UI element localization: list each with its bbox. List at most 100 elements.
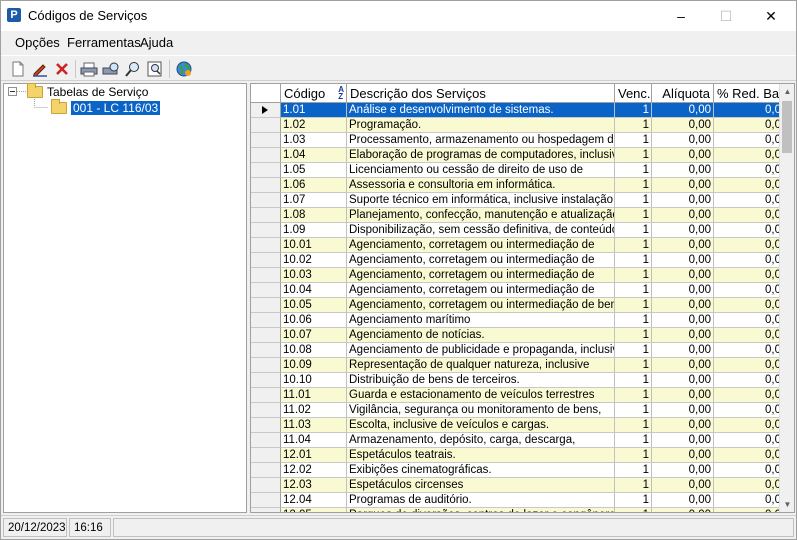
row-indicator[interactable] [251,238,281,253]
cell-venc[interactable]: 1 [615,508,652,512]
cell-aliquota[interactable]: 0,00 [652,358,714,373]
column-header-aliquota[interactable]: Alíquota [652,84,714,103]
new-document-icon[interactable] [8,59,28,79]
cell-aliquota[interactable]: 0,00 [652,493,714,508]
row-indicator[interactable] [251,133,281,148]
cell-descricao[interactable]: Agenciamento, corretagem ou intermediaçã… [347,298,615,313]
row-indicator[interactable] [251,253,281,268]
cell-red-base[interactable]: 0,0 [714,328,784,343]
table-row[interactable]: 1.07 Suporte técnico em informática, incl… [251,193,784,208]
cell-red-base[interactable]: 0,0 [714,223,784,238]
cell-codigo[interactable]: 1.02 [281,118,347,133]
row-indicator[interactable] [251,448,281,463]
cell-red-base[interactable]: 0,0 [714,508,784,512]
service-table-tree[interactable]: Tabelas de Serviço 001 - LC 116/03 [3,83,247,513]
cell-venc[interactable]: 1 [615,313,652,328]
row-indicator[interactable] [251,418,281,433]
cell-red-base[interactable]: 0,0 [714,493,784,508]
cell-codigo[interactable]: 12.04 [281,493,347,508]
edit-pencil-icon[interactable] [30,59,50,79]
row-indicator[interactable] [251,508,281,512]
cell-red-base[interactable]: 0,0 [714,148,784,163]
cell-descricao[interactable]: Análise e desenvolvimento de sistemas. [347,103,615,118]
table-row[interactable]: 12.01 Espetáculos teatrais. 1 0,00 0,0 [251,448,784,463]
cell-aliquota[interactable]: 0,00 [652,238,714,253]
cell-descricao[interactable]: Agenciamento de notícias. [347,328,615,343]
print-icon[interactable] [79,59,99,79]
cell-aliquota[interactable]: 0,00 [652,223,714,238]
row-indicator[interactable] [251,298,281,313]
cell-venc[interactable]: 1 [615,268,652,283]
cell-venc[interactable]: 1 [615,238,652,253]
cell-descricao[interactable]: Escolta, inclusive de veículos e cargas. [347,418,615,433]
close-button[interactable]: ✕ [748,1,794,31]
cell-codigo[interactable]: 10.02 [281,253,347,268]
maximize-button[interactable]: ☐ [703,1,749,31]
cell-descricao[interactable]: Agenciamento de publicidade e propaganda… [347,343,615,358]
cell-venc[interactable]: 1 [615,448,652,463]
cell-descricao[interactable]: Parques de diversões, centros de lazer e… [347,508,615,512]
cell-descricao[interactable]: Planejamento, confecção, manutenção e at… [347,208,615,223]
cell-aliquota[interactable]: 0,00 [652,298,714,313]
cell-codigo[interactable]: 10.07 [281,328,347,343]
cell-codigo[interactable]: 10.01 [281,238,347,253]
cell-aliquota[interactable]: 0,00 [652,508,714,512]
cell-aliquota[interactable]: 0,00 [652,253,714,268]
search-icon[interactable] [123,59,143,79]
cell-codigo[interactable]: 11.04 [281,433,347,448]
cell-descricao[interactable]: Distribuição de bens de terceiros. [347,373,615,388]
cell-venc[interactable]: 1 [615,223,652,238]
cell-codigo[interactable]: 10.03 [281,268,347,283]
tree-node-root[interactable]: Tabelas de Serviço [27,83,148,100]
table-row[interactable]: 1.09 Disponibilização, sem cessão definit… [251,223,784,238]
cell-venc[interactable]: 1 [615,148,652,163]
cell-red-base[interactable]: 0,0 [714,373,784,388]
cell-codigo[interactable]: 12.02 [281,463,347,478]
cell-venc[interactable]: 1 [615,118,652,133]
table-row[interactable]: 10.06 Agenciamento marítimo 1 0,00 0,0 [251,313,784,328]
cell-red-base[interactable]: 0,0 [714,388,784,403]
row-indicator[interactable] [251,283,281,298]
scroll-thumb[interactable] [782,101,792,153]
table-row[interactable]: 10.03 Agenciamento, corretagem ou interme… [251,268,784,283]
table-row[interactable]: 1.01 Análise e desenvolvimento de sistema… [251,103,784,118]
cell-venc[interactable]: 1 [615,328,652,343]
scroll-up-icon[interactable]: ▲ [780,84,794,99]
cell-codigo[interactable]: 1.09 [281,223,347,238]
cell-aliquota[interactable]: 0,00 [652,178,714,193]
cell-venc[interactable]: 1 [615,463,652,478]
cell-aliquota[interactable]: 0,00 [652,478,714,493]
cell-aliquota[interactable]: 0,00 [652,448,714,463]
table-row[interactable]: 1.03 Processamento, armazenamento ou hosp… [251,133,784,148]
cell-red-base[interactable]: 0,0 [714,133,784,148]
cell-venc[interactable]: 1 [615,358,652,373]
cell-venc[interactable]: 1 [615,163,652,178]
table-row[interactable]: 12.04 Programas de auditório. 1 0,00 0,0 [251,493,784,508]
cell-descricao[interactable]: Agenciamento, corretagem ou intermediaçã… [347,253,615,268]
cell-descricao[interactable]: Vigilância, segurança ou monitoramento d… [347,403,615,418]
cell-aliquota[interactable]: 0,00 [652,313,714,328]
cell-codigo[interactable]: 1.05 [281,163,347,178]
row-indicator[interactable] [251,313,281,328]
table-row[interactable]: 10.07 Agenciamento de notícias. 1 0,00 0,0 [251,328,784,343]
cell-venc[interactable]: 1 [615,208,652,223]
table-row[interactable]: 12.05Parques de diversões, centros de la… [251,508,784,512]
cell-codigo[interactable]: 12.01 [281,448,347,463]
column-header-venc[interactable]: Venc. [615,84,652,103]
row-indicator[interactable] [251,328,281,343]
cell-venc[interactable]: 1 [615,493,652,508]
cell-codigo[interactable]: 1.07 [281,193,347,208]
row-indicator[interactable] [251,118,281,133]
cell-aliquota[interactable]: 0,00 [652,268,714,283]
cell-descricao[interactable]: Armazenamento, depósito, carga, descarga… [347,433,615,448]
cell-venc[interactable]: 1 [615,178,652,193]
table-row[interactable]: 11.04 Armazenamento, depósito, carga, des… [251,433,784,448]
cell-codigo[interactable]: 11.03 [281,418,347,433]
row-indicator[interactable] [251,388,281,403]
cell-red-base[interactable]: 0,0 [714,313,784,328]
cell-descricao[interactable]: Assessoria e consultoria em informática. [347,178,615,193]
cell-aliquota[interactable]: 0,00 [652,463,714,478]
cell-venc[interactable]: 1 [615,388,652,403]
cell-codigo[interactable]: 1.08 [281,208,347,223]
cell-aliquota[interactable]: 0,00 [652,418,714,433]
